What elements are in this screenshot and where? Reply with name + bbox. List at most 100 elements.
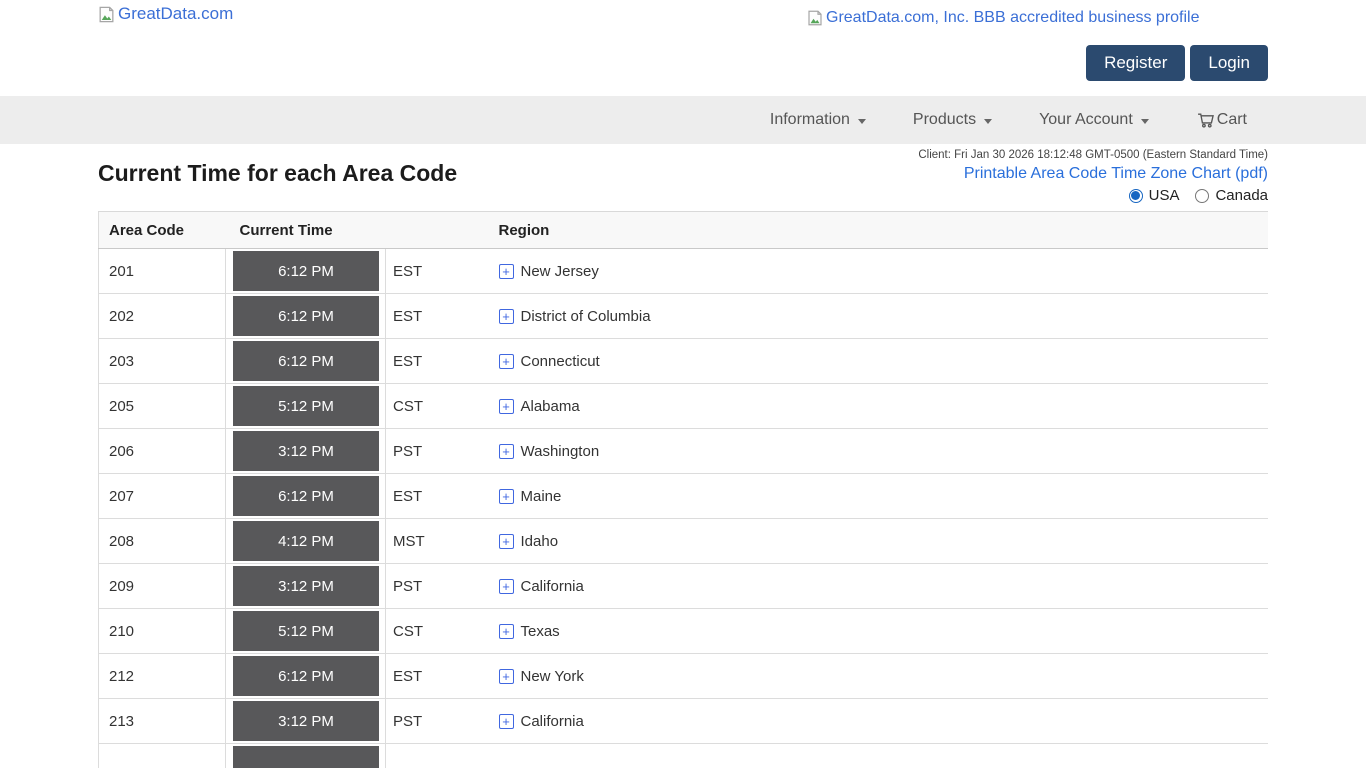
area-code-cell: 205: [99, 384, 226, 429]
time-button[interactable]: 6:12 PM: [233, 296, 379, 336]
expand-plus-icon[interactable]: +: [499, 624, 514, 639]
right-info-stack: Client: Fri Jan 30 2026 18:12:48 GMT-050…: [918, 149, 1268, 204]
time-button[interactable]: 3:12 PM: [233, 566, 379, 606]
expand-plus-icon[interactable]: +: [499, 669, 514, 684]
page-title: Current Time for each Area Code: [98, 160, 457, 187]
info-strip: Current Time for each Area Code Client: …: [98, 144, 1268, 211]
timezone-cell: EST: [386, 654, 491, 699]
area-code-table: Area Code Current Time Region 201 6:12 P…: [98, 211, 1268, 768]
chevron-down-icon: [1141, 119, 1149, 124]
auth-buttons: Register Login: [1086, 45, 1268, 81]
table-row: 209 3:12 PM PST + California: [99, 564, 1269, 609]
time-button[interactable]: 3:12 PM: [233, 431, 379, 471]
area-code-cell: 206: [99, 429, 226, 474]
timezone-cell: PST: [386, 564, 491, 609]
table-row: 203 6:12 PM EST + Connecticut: [99, 339, 1269, 384]
chevron-down-icon: [858, 119, 866, 124]
header-timezone: [386, 212, 491, 249]
nav-item-label: Products: [913, 111, 976, 129]
nav-item-label: Information: [770, 111, 850, 129]
table-row: 206 3:12 PM PST + Washington: [99, 429, 1269, 474]
expand-plus-icon[interactable]: +: [499, 399, 514, 414]
header-area-code: Area Code: [99, 212, 226, 249]
region-name: New Jersey: [521, 263, 599, 280]
header-region: Region: [491, 212, 1269, 249]
nav-item-your-account[interactable]: Your Account: [1039, 111, 1149, 129]
table-row: 210 5:12 PM CST + Texas: [99, 609, 1269, 654]
time-button[interactable]: 5:12 PM: [233, 386, 379, 426]
time-button[interactable]: 5:12 PM: [233, 611, 379, 651]
region-name: Maine: [521, 488, 562, 505]
region-name: Texas: [521, 623, 560, 640]
logo-link[interactable]: GreatData.com: [97, 4, 233, 24]
country-radio-group: USA Canada: [918, 187, 1268, 204]
bbb-accredited-link[interactable]: GreatData.com, Inc. BBB accredited busin…: [806, 9, 1200, 27]
time-button[interactable]: [233, 746, 379, 768]
nav-item-information[interactable]: Information: [770, 111, 866, 129]
logo-alt-text: GreatData.com: [118, 4, 233, 24]
page-header: GreatData.com GreatData.com, Inc. BBB ac…: [0, 0, 1366, 96]
area-code-cell: 213: [99, 699, 226, 744]
area-code-table-body: 201 6:12 PM EST + New Jersey 202 6:12 PM…: [99, 249, 1269, 768]
region-name: Washington: [521, 443, 600, 460]
region-name: District of Columbia: [521, 308, 651, 325]
chevron-down-icon: [984, 119, 992, 124]
timezone-cell: MST: [386, 519, 491, 564]
time-button[interactable]: 6:12 PM: [233, 656, 379, 696]
printable-chart-link[interactable]: Printable Area Code Time Zone Chart (pdf…: [918, 165, 1268, 183]
time-button[interactable]: 4:12 PM: [233, 521, 379, 561]
region-name: Alabama: [521, 398, 580, 415]
country-radio-usa[interactable]: USA: [1129, 187, 1180, 204]
nav-item-label: Your Account: [1039, 111, 1133, 129]
area-code-cell: 208: [99, 519, 226, 564]
area-code-cell: 210: [99, 609, 226, 654]
time-button[interactable]: 3:12 PM: [233, 701, 379, 741]
expand-plus-icon[interactable]: +: [499, 489, 514, 504]
area-code-cell: 209: [99, 564, 226, 609]
bbb-alt-text: GreatData.com, Inc. BBB accredited busin…: [826, 9, 1200, 27]
expand-plus-icon[interactable]: +: [499, 309, 514, 324]
expand-plus-icon[interactable]: +: [499, 579, 514, 594]
time-button[interactable]: 6:12 PM: [233, 251, 379, 291]
timezone-cell: EST: [386, 339, 491, 384]
table-row: 201 6:12 PM EST + New Jersey: [99, 249, 1269, 294]
login-button[interactable]: Login: [1190, 45, 1268, 81]
area-code-cell: 202: [99, 294, 226, 339]
table-row: 208 4:12 PM MST + Idaho: [99, 519, 1269, 564]
country-radio-canada[interactable]: Canada: [1195, 187, 1268, 204]
table-row: 205 5:12 PM CST + Alabama: [99, 384, 1269, 429]
nav-item-cart[interactable]: Cart: [1196, 110, 1247, 130]
time-button[interactable]: 6:12 PM: [233, 476, 379, 516]
table-row: 212 6:12 PM EST + New York: [99, 654, 1269, 699]
header-current-time: Current Time: [226, 212, 386, 249]
region-name: New York: [521, 668, 584, 685]
timezone-cell: PST: [386, 699, 491, 744]
timezone-cell: PST: [386, 429, 491, 474]
timezone-cell: EST: [386, 294, 491, 339]
nav-item-products[interactable]: Products: [913, 111, 992, 129]
radio-icon[interactable]: [1195, 189, 1209, 203]
region-name: California: [521, 713, 584, 730]
table-row: 202 6:12 PM EST + District of Columbia: [99, 294, 1269, 339]
expand-plus-icon[interactable]: +: [499, 264, 514, 279]
area-code-cell: 201: [99, 249, 226, 294]
expand-plus-icon[interactable]: +: [499, 354, 514, 369]
cart-icon: [1196, 110, 1216, 130]
region-name: Connecticut: [521, 353, 600, 370]
radio-label: Canada: [1215, 187, 1268, 204]
register-button[interactable]: Register: [1086, 45, 1185, 81]
expand-plus-icon[interactable]: +: [499, 534, 514, 549]
expand-plus-icon[interactable]: +: [499, 444, 514, 459]
client-time-text: Client: Fri Jan 30 2026 18:12:48 GMT-050…: [918, 149, 1268, 161]
table-header: Area Code Current Time Region: [99, 212, 1269, 249]
area-code-cell: 207: [99, 474, 226, 519]
expand-plus-icon[interactable]: +: [499, 714, 514, 729]
time-button[interactable]: 6:12 PM: [233, 341, 379, 381]
radio-label: USA: [1149, 187, 1180, 204]
main-nav: Information Products Your Account Cart: [0, 96, 1366, 144]
radio-icon[interactable]: [1129, 189, 1143, 203]
region-name: California: [521, 578, 584, 595]
table-row: 207 6:12 PM EST + Maine: [99, 474, 1269, 519]
area-code-cell: 203: [99, 339, 226, 384]
timezone-cell: EST: [386, 249, 491, 294]
